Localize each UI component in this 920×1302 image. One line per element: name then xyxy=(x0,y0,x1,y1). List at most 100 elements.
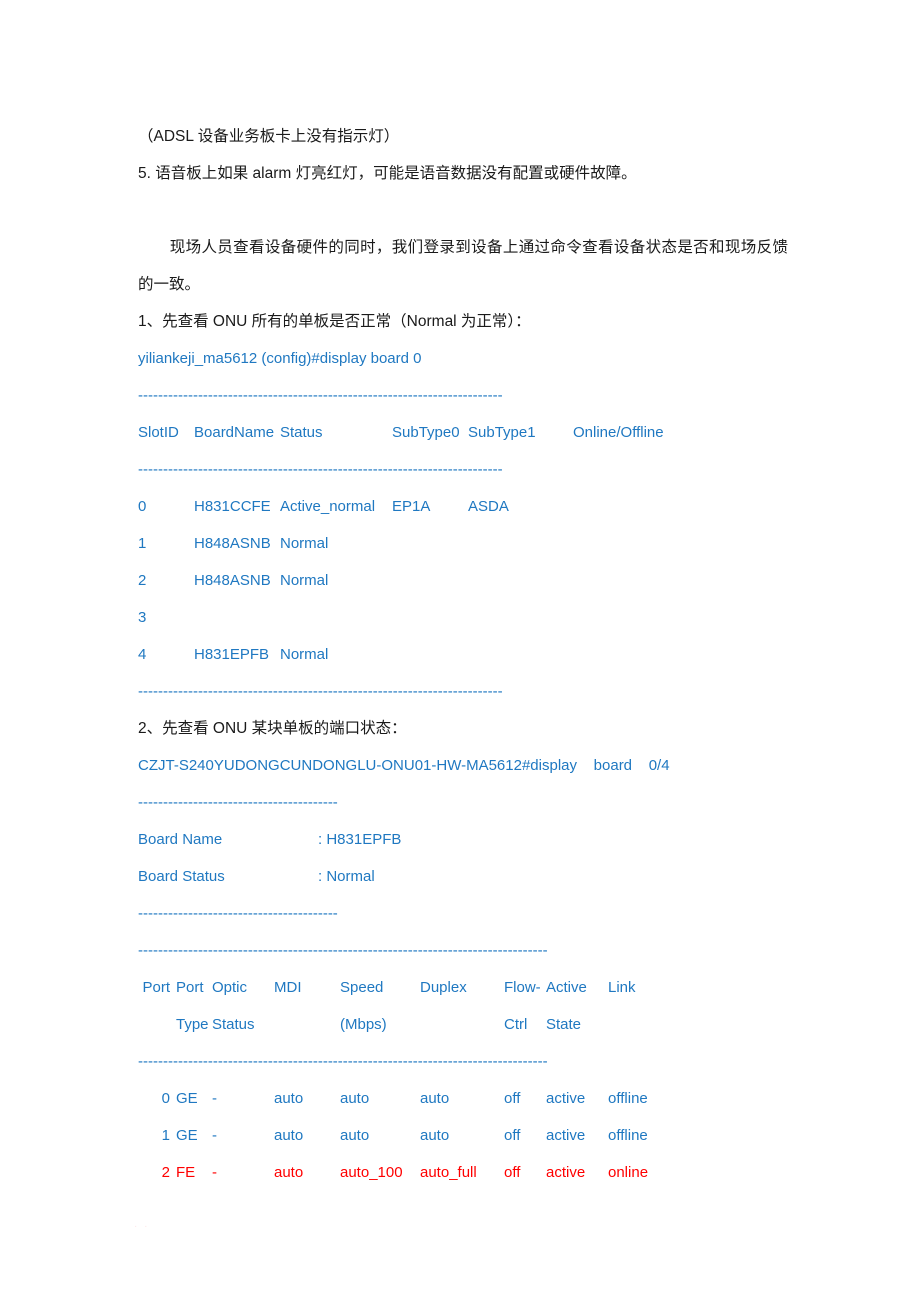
port-cell-optic-status: - xyxy=(212,1090,217,1107)
document-body: （ADSL 设备业务板卡上没有指示灯） 5. 语音板上如果 alarm 灯亮红灯… xyxy=(138,118,798,1191)
port-header-mbps: (Mbps) xyxy=(340,1016,387,1033)
port-cell-active-state: active xyxy=(546,1090,586,1107)
board-header-online-offline: Online/Offline xyxy=(573,424,664,441)
board-cell-boardname: H831CCFE xyxy=(194,498,271,515)
port-cell-port: 1 xyxy=(161,1127,170,1144)
port-cell-mdi: auto xyxy=(274,1090,304,1107)
table-row-highlighted: 2 FE - auto auto_100 auto_full off activ… xyxy=(138,1154,678,1191)
board-header-subtype0: SubType0 xyxy=(392,424,460,441)
port-cell-duplex: auto xyxy=(420,1127,450,1144)
port-rule-bottom: ----------------------------------------… xyxy=(138,1053,548,1070)
port-cell-port-type: FE xyxy=(176,1164,196,1181)
heading-step-1: 1、先查看 ONU 所有的单板是否正常（Normal 为正常）： xyxy=(138,313,531,330)
board-rule-bottom: ----------------------------------------… xyxy=(138,683,503,700)
port-command-line: CZJT-S240YUDONGCUNDONGLU-ONU01-HW-MA5612… xyxy=(138,757,670,774)
board-cell-online-offline xyxy=(573,525,693,562)
port-table-body: 0 GE - auto auto auto off active offline… xyxy=(138,1080,678,1191)
vertical-spacer xyxy=(138,192,798,229)
port-rule-top: ----------------------------------------… xyxy=(138,942,548,959)
board-cell-online-offline xyxy=(573,599,693,636)
board-cell-subtype0 xyxy=(392,636,468,673)
board-status-value: : Normal xyxy=(318,868,375,885)
board-cell-boardname: H848ASNB xyxy=(194,535,271,552)
port-cell-optic-status: - xyxy=(212,1164,217,1181)
board-cell-subtype0 xyxy=(392,599,468,636)
port-header-active: Active xyxy=(546,979,587,996)
board-cell-subtype1 xyxy=(468,562,573,599)
port-cell-port: 0 xyxy=(161,1090,170,1107)
port-header-duplex: Duplex xyxy=(420,979,467,996)
board-info-rule-top: ---------------------------------------- xyxy=(138,794,338,811)
paragraph-intro: 现场人员查看设备硬件的同时，我们登录到设备上通过命令查看设备状态是否和现场反馈的… xyxy=(138,239,788,293)
board-header-boardname: BoardName xyxy=(194,424,275,441)
board-header-subtype1: SubType1 xyxy=(468,424,536,441)
board-cell-boardname: H848ASNB xyxy=(194,572,271,589)
port-header-blank-2 xyxy=(274,1006,340,1043)
port-table-header: Port Port Optic MDI Speed Duplex Flow- A… xyxy=(138,969,678,1043)
table-row: 3 xyxy=(138,599,693,636)
board-cell-status: Normal xyxy=(280,646,329,663)
board-cell-subtype1 xyxy=(468,636,573,673)
board-name-label: Board Name xyxy=(138,831,223,848)
port-cell-duplex: auto xyxy=(420,1090,450,1107)
board-cell-subtype1 xyxy=(468,525,573,562)
board-cell-boardname xyxy=(194,599,280,636)
port-header-port: Port xyxy=(142,979,170,996)
port-cell-flow-ctrl: off xyxy=(504,1090,521,1107)
board-cell-status: Normal xyxy=(280,572,329,589)
port-header-optic: Optic xyxy=(212,979,248,996)
table-row: 1 GE - auto auto auto off active offline xyxy=(138,1117,678,1154)
port-cell-port-type: GE xyxy=(176,1090,198,1107)
port-header-speed: Speed xyxy=(340,979,384,996)
port-cell-flow-ctrl: off xyxy=(504,1127,521,1144)
port-header-blank-3 xyxy=(420,1006,504,1043)
board-cell-slotid: 0 xyxy=(138,498,147,515)
board-cell-subtype0 xyxy=(392,562,468,599)
item-5-voice-board: 5. 语音板上如果 alarm 灯亮红灯，可能是语音数据没有配置或硬件故障。 xyxy=(138,165,637,182)
board-cell-slotid: 1 xyxy=(138,535,147,552)
board-rule-top: ----------------------------------------… xyxy=(138,387,503,404)
board-cell-slotid: 2 xyxy=(138,572,147,589)
document-page: （ADSL 设备业务板卡上没有指示灯） 5. 语音板上如果 alarm 灯亮红灯… xyxy=(0,0,920,1302)
page-artifact-marks: · · xyxy=(134,1221,150,1232)
board-cell-status xyxy=(280,599,392,636)
board-cell-slotid: 3 xyxy=(138,609,147,626)
board-cell-subtype1 xyxy=(468,599,573,636)
port-header-blank-4 xyxy=(608,1006,678,1043)
board-cell-online-offline xyxy=(573,488,693,525)
board-cell-online-offline xyxy=(573,636,693,673)
board-cell-slotid: 4 xyxy=(138,646,147,663)
port-cell-speed: auto xyxy=(340,1090,370,1107)
port-cell-flow-ctrl: off xyxy=(504,1164,521,1181)
port-cell-active-state: active xyxy=(546,1164,586,1181)
board-cell-status: Normal xyxy=(280,535,329,552)
port-header-type: Type xyxy=(176,1016,209,1033)
port-header-ctrl: Ctrl xyxy=(504,1016,528,1033)
port-cell-port-type: GE xyxy=(176,1127,198,1144)
board-header-slotid: SlotID xyxy=(138,424,179,441)
board-cell-status: Active_normal xyxy=(280,498,376,515)
board-rule-mid: ----------------------------------------… xyxy=(138,461,503,478)
board-table-header-row: SlotID BoardName Status SubType0 SubType… xyxy=(138,414,693,451)
board-header-status: Status xyxy=(280,424,323,441)
port-header-state: State xyxy=(546,1016,582,1033)
table-row: 1 H848ASNB Normal xyxy=(138,525,693,562)
board-cell-subtype0 xyxy=(392,525,468,562)
note-adsl: （ADSL 设备业务板卡上没有指示灯） xyxy=(138,128,400,145)
table-row: 0 H831CCFE Active_normal EP1A ASDA xyxy=(138,488,693,525)
board-cell-subtype0: EP1A xyxy=(392,498,431,515)
board-cell-online-offline xyxy=(573,562,693,599)
board-name-row: Board Name: H831EPFB xyxy=(138,821,798,858)
port-cell-duplex: auto_full xyxy=(420,1164,477,1181)
table-row: 4 H831EPFB Normal xyxy=(138,636,693,673)
board-info-rule-bottom: ---------------------------------------- xyxy=(138,905,338,922)
port-cell-active-state: active xyxy=(546,1127,586,1144)
heading-step-2: 2、先查看 ONU 某块单板的端口状态： xyxy=(138,720,407,737)
port-header-row-2: Type Status (Mbps) Ctrl State xyxy=(138,1006,678,1043)
board-cell-subtype1: ASDA xyxy=(468,498,509,515)
port-cell-link: online xyxy=(608,1164,649,1181)
port-header-row-1: Port Port Optic MDI Speed Duplex Flow- A… xyxy=(138,969,678,1006)
port-cell-speed: auto_100 xyxy=(340,1164,403,1181)
port-cell-mdi: auto xyxy=(274,1164,304,1181)
board-status-label: Board Status xyxy=(138,868,225,885)
